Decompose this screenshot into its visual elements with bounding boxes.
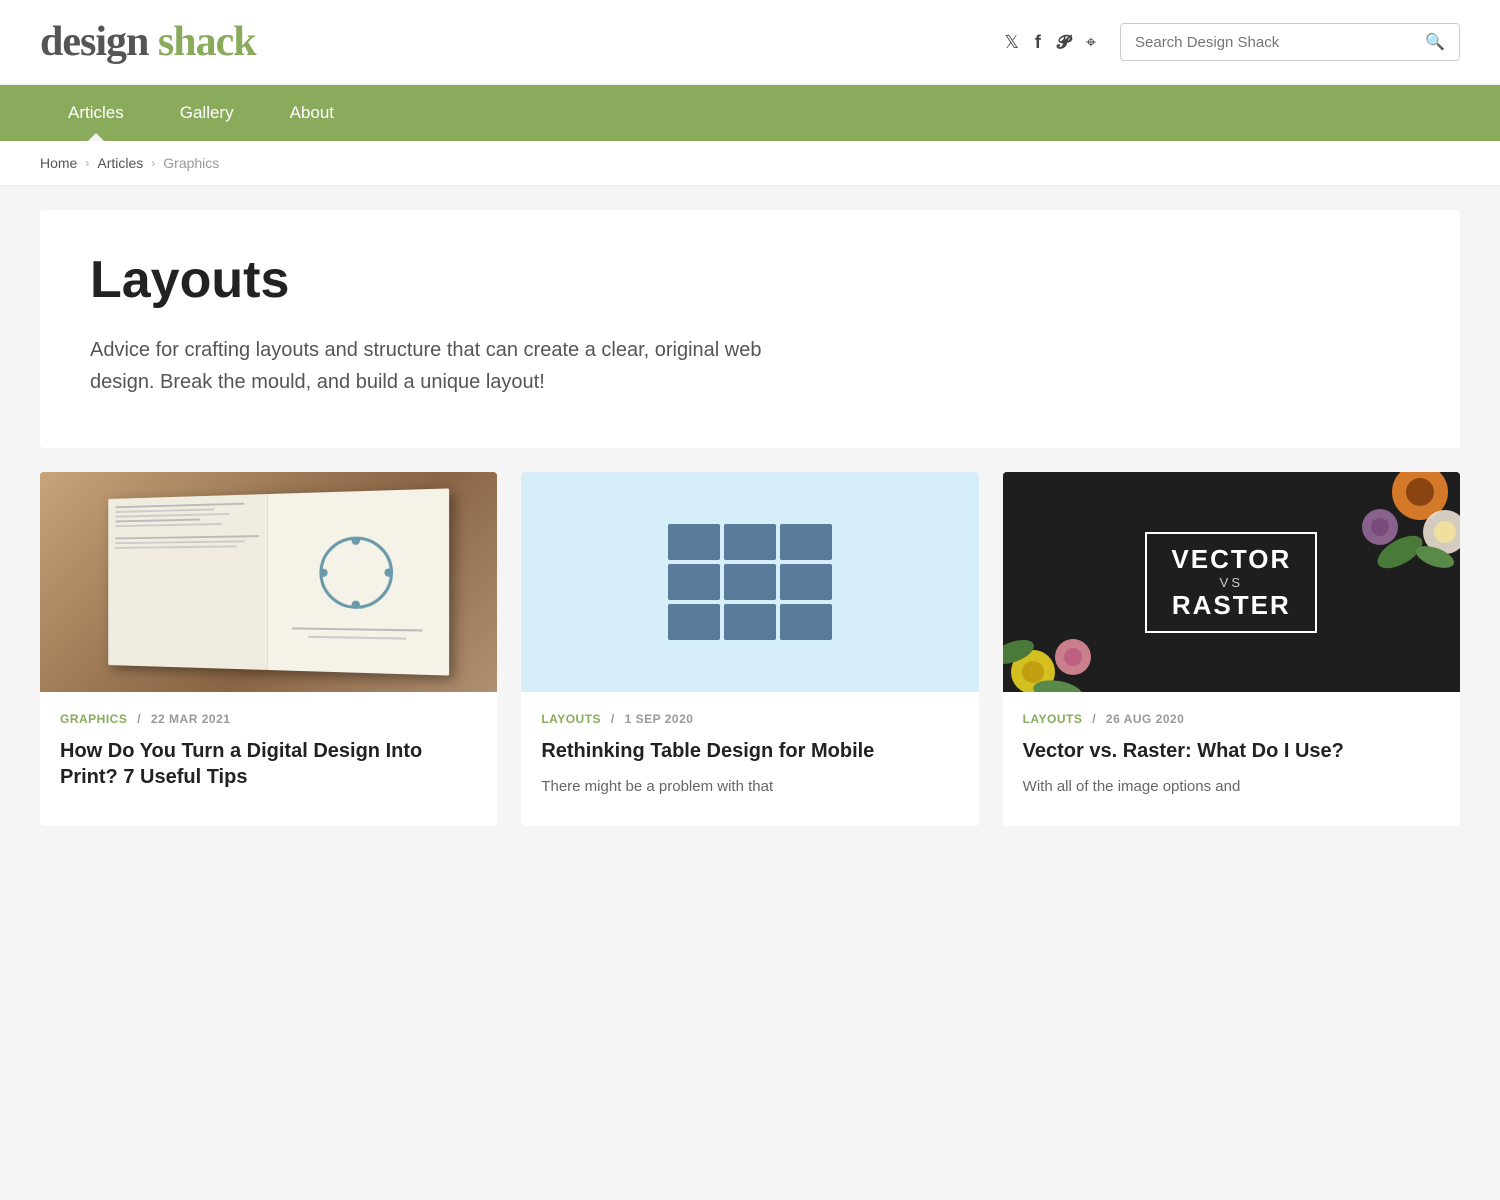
breadcrumb-sep-2: › bbox=[151, 156, 155, 170]
vector-title-box: VECTOR VS RASTER bbox=[1145, 532, 1317, 633]
table-visual bbox=[668, 524, 832, 640]
breadcrumb: Home › Articles › Graphics bbox=[0, 141, 1500, 186]
twitter-icon[interactable]: 𝕏 bbox=[1004, 32, 1019, 53]
header-right: 𝕏 f 𝓟 ⌖ 🔍 bbox=[1004, 23, 1460, 61]
search-bar: 🔍 bbox=[1120, 23, 1460, 61]
search-button[interactable]: 🔍 bbox=[1425, 32, 1445, 52]
breadcrumb-articles[interactable]: Articles bbox=[97, 155, 143, 171]
article-card-1[interactable]: GRAPHICS / 22 MAR 2021 How Do You Turn a… bbox=[40, 472, 497, 826]
article-category-1: GRAPHICS bbox=[60, 712, 127, 726]
logo-part2: shack bbox=[158, 19, 256, 65]
category-header: Layouts Advice for crafting layouts and … bbox=[40, 210, 1460, 448]
article-content-1: GRAPHICS / 22 MAR 2021 How Do You Turn a… bbox=[40, 692, 497, 826]
article-meta-1: GRAPHICS / 22 MAR 2021 bbox=[60, 712, 477, 726]
breadcrumb-sep-1: › bbox=[85, 156, 89, 170]
article-image-2 bbox=[521, 472, 978, 692]
article-category-3: LAYOUTS bbox=[1023, 712, 1083, 726]
article-card-3[interactable]: VECTOR VS RASTER LAYOUTS / 26 AUG 2020 V… bbox=[1003, 472, 1460, 826]
pinterest-icon[interactable]: 𝓟 bbox=[1057, 32, 1070, 53]
main-nav: Articles Gallery About bbox=[0, 85, 1500, 141]
rss-icon[interactable]: ⌖ bbox=[1086, 32, 1096, 53]
nav-item-about[interactable]: About bbox=[262, 85, 362, 141]
category-title: Layouts bbox=[90, 250, 1410, 310]
article-date-2: 1 SEP 2020 bbox=[625, 712, 694, 726]
category-description: Advice for crafting layouts and structur… bbox=[90, 334, 790, 398]
article-title-1[interactable]: How Do You Turn a Digital Design Into Pr… bbox=[60, 738, 477, 790]
logo-part1: design bbox=[40, 19, 158, 65]
article-card-2[interactable]: LAYOUTS / 1 SEP 2020 Rethinking Table De… bbox=[521, 472, 978, 826]
search-input[interactable] bbox=[1135, 34, 1425, 51]
article-excerpt-3: With all of the image options and bbox=[1023, 776, 1440, 799]
nav-item-articles[interactable]: Articles bbox=[40, 85, 152, 141]
article-image-1 bbox=[40, 472, 497, 692]
article-content-2: LAYOUTS / 1 SEP 2020 Rethinking Table De… bbox=[521, 692, 978, 823]
article-title-3[interactable]: Vector vs. Raster: What Do I Use? bbox=[1023, 738, 1440, 764]
article-content-3: LAYOUTS / 26 AUG 2020 Vector vs. Raster:… bbox=[1003, 692, 1460, 823]
nav-item-gallery[interactable]: Gallery bbox=[152, 85, 262, 141]
social-icons: 𝕏 f 𝓟 ⌖ bbox=[1004, 32, 1096, 53]
article-category-2: LAYOUTS bbox=[541, 712, 601, 726]
article-meta-2: LAYOUTS / 1 SEP 2020 bbox=[541, 712, 958, 726]
article-date-3: 26 AUG 2020 bbox=[1106, 712, 1184, 726]
breadcrumb-home[interactable]: Home bbox=[40, 155, 77, 171]
facebook-icon[interactable]: f bbox=[1035, 32, 1041, 53]
article-meta-3: LAYOUTS / 26 AUG 2020 bbox=[1023, 712, 1440, 726]
article-date-1: 22 MAR 2021 bbox=[151, 712, 231, 726]
site-header: design shack 𝕏 f 𝓟 ⌖ 🔍 bbox=[0, 0, 1500, 85]
article-title-2[interactable]: Rethinking Table Design for Mobile bbox=[541, 738, 958, 764]
breadcrumb-current: Graphics bbox=[163, 155, 219, 171]
site-logo[interactable]: design shack bbox=[40, 18, 256, 66]
article-excerpt-2: There might be a problem with that bbox=[541, 776, 958, 799]
articles-grid: GRAPHICS / 22 MAR 2021 How Do You Turn a… bbox=[40, 472, 1460, 826]
article-image-3: VECTOR VS RASTER bbox=[1003, 472, 1460, 692]
